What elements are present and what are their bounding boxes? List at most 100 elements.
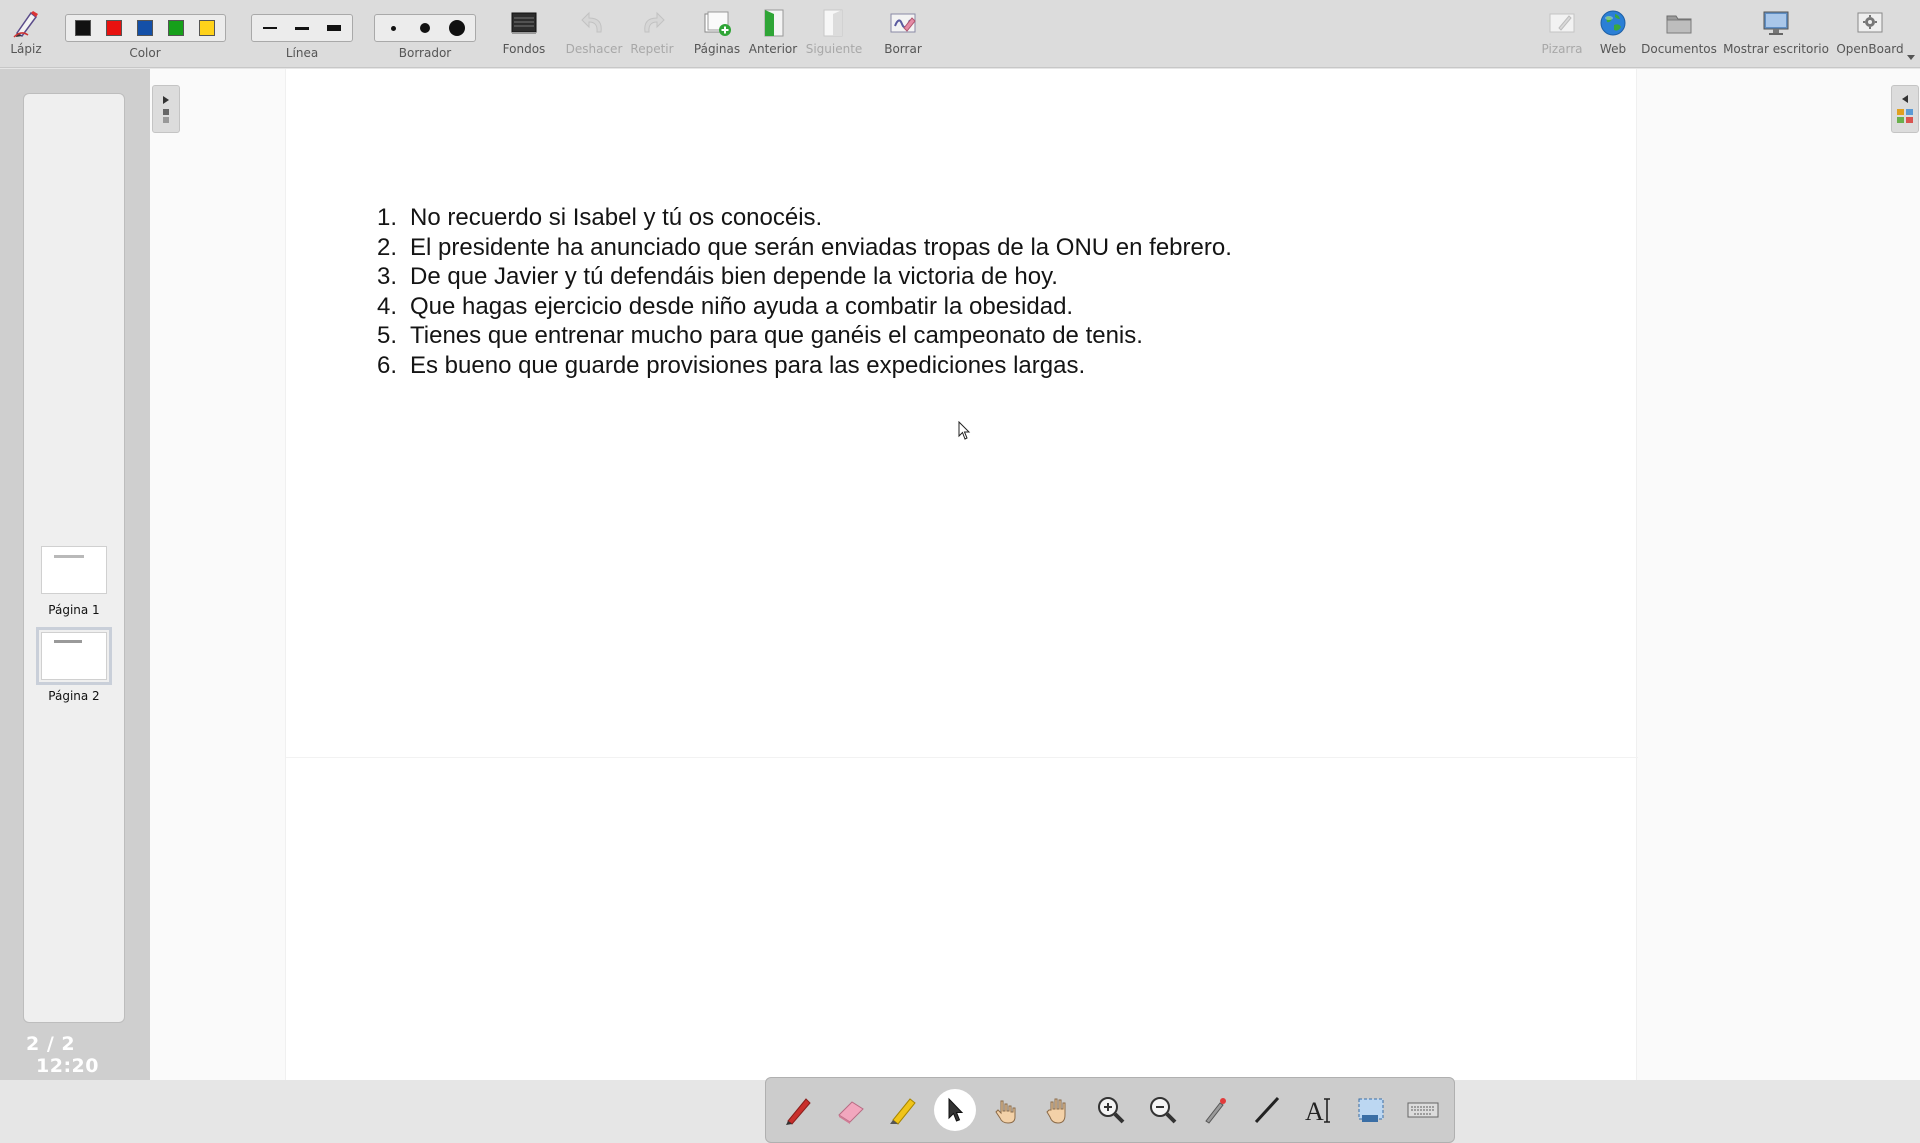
eraser-size-medium[interactable] [409, 16, 441, 40]
line-label: Línea [285, 46, 319, 60]
pages-button[interactable]: Páginas [691, 0, 743, 68]
page-thumbnail-label: Página 1 [48, 603, 100, 617]
library-icon [1897, 108, 1913, 123]
desktop-icon [1763, 11, 1789, 35]
globe-icon [1600, 10, 1626, 36]
exercise-item: 4. Que hagas ejercicio desde niño ayuda a… [377, 292, 1232, 322]
web-button[interactable]: Web [1591, 0, 1635, 68]
color-swatch-black[interactable] [68, 16, 99, 40]
zoom-out-icon [1150, 1097, 1177, 1124]
virtual-keyboard-tool[interactable] [1402, 1089, 1444, 1131]
exercise-item: 1. No recuerdo si Isabel y tú os conocéis… [377, 203, 1232, 233]
line-width-thin[interactable] [254, 16, 286, 40]
line-width-options [251, 14, 353, 42]
exercise-list: 1. No recuerdo si Isabel y tú os conocéis… [377, 203, 1232, 381]
documents-button[interactable]: Documentos [1641, 0, 1717, 68]
capture-icon [1358, 1098, 1384, 1122]
item-text: Que hagas ejercicio desde niño ayuda a c… [410, 292, 1074, 320]
openboard-settings-icon [1857, 12, 1883, 33]
page-divider [286, 757, 1638, 758]
dropdown-arrow-icon[interactable] [1906, 54, 1916, 62]
backgrounds-label: Fondos [502, 42, 546, 56]
pen-tool-button[interactable]: Lápiz [6, 0, 46, 68]
line-sample [327, 25, 341, 31]
item-number: 1. [377, 204, 398, 231]
line-width-medium[interactable] [286, 16, 318, 40]
text-tool[interactable]: A [1298, 1089, 1340, 1131]
line-width-thick[interactable] [318, 16, 350, 40]
color-swatch-yellow[interactable] [192, 16, 223, 40]
board-icon [1549, 13, 1575, 33]
swatch-fill [106, 20, 122, 36]
eraser-size-small[interactable] [377, 16, 409, 40]
highlighter-tool[interactable] [882, 1089, 924, 1131]
eraser-dot [420, 23, 430, 33]
eraser-dot [390, 25, 396, 31]
clear-button[interactable]: Borrar [876, 0, 930, 68]
swatch-fill [137, 20, 153, 36]
page-thumbnail-1[interactable]: Página 1 [34, 546, 114, 617]
right-panel-toggle[interactable] [1891, 85, 1919, 133]
undo-icon [581, 11, 602, 33]
add-page-icon [704, 11, 731, 36]
keyboard-icon [1407, 1102, 1439, 1118]
laser-pointer-icon [1205, 1098, 1226, 1124]
previous-label: Anterior [748, 42, 798, 56]
page-preview [41, 546, 107, 594]
pen-icon [786, 1098, 811, 1125]
line-tool[interactable] [1246, 1089, 1288, 1131]
board-mode-button[interactable]: Pizarra [1538, 0, 1586, 68]
page-status: 2 / 2 12:20 [26, 1033, 150, 1077]
openboard-label: OpenBoard [1836, 42, 1904, 56]
mouse-cursor-icon [958, 421, 971, 440]
undo-button[interactable]: Deshacer [563, 0, 625, 68]
desktop-label: Mostrar escritorio [1723, 42, 1829, 56]
play-hand-icon [995, 1100, 1016, 1124]
backgrounds-icon [511, 12, 537, 34]
color-swatch-blue[interactable] [130, 16, 161, 40]
eraser-size-large[interactable] [441, 16, 473, 40]
web-label: Web [1599, 42, 1627, 56]
folder-icon [1666, 15, 1692, 34]
page-preview [36, 627, 112, 685]
page-thumbnails-list[interactable]: Página 1 Página 2 [23, 93, 125, 1023]
openboard-menu-button[interactable]: OpenBoard [1834, 0, 1906, 68]
zoom-in-tool[interactable] [1090, 1089, 1132, 1131]
swatch-fill [199, 20, 215, 36]
laser-pointer-tool[interactable] [1194, 1089, 1236, 1131]
stylus-palette: A [765, 1077, 1455, 1143]
pen-tool[interactable] [778, 1089, 820, 1131]
pages-label: Páginas [693, 42, 741, 56]
left-panel-toggle[interactable] [152, 85, 180, 133]
zoom-out-tool[interactable] [1142, 1089, 1184, 1131]
redo-button[interactable]: Repetir [626, 0, 678, 68]
eraser-dot [449, 20, 465, 36]
capture-tool[interactable] [1350, 1089, 1392, 1131]
zoom-in-icon [1098, 1097, 1125, 1124]
line-sample [263, 27, 277, 29]
exercise-item: 2. El presidente ha anunciado que serán e… [377, 233, 1232, 263]
exercise-item: 5. Tienes que entrenar mucho para que gan… [377, 321, 1232, 351]
pen-label: Lápiz [10, 42, 42, 56]
text-icon: A [1305, 1097, 1330, 1126]
item-number: 2. [377, 233, 398, 261]
page-preview-content [54, 555, 84, 558]
select-tool[interactable] [934, 1089, 976, 1131]
play-tool[interactable] [986, 1089, 1028, 1131]
line-sample [295, 26, 309, 30]
color-swatch-green[interactable] [161, 16, 192, 40]
color-swatch-red[interactable] [99, 16, 130, 40]
board-canvas[interactable]: 1. No recuerdo si Isabel y tú os conocéis… [150, 69, 1920, 1143]
next-page-button[interactable]: Siguiente [804, 0, 864, 68]
exercise-item: 3. De que Javier y tú defendáis bien depe… [377, 262, 1232, 292]
hand-tool[interactable] [1038, 1089, 1080, 1131]
line-icon [1254, 1096, 1280, 1124]
previous-page-button[interactable]: Anterior [747, 0, 799, 68]
page-thumbnail-2[interactable]: Página 2 [34, 627, 114, 703]
whiteboard-page[interactable]: 1. No recuerdo si Isabel y tú os conocéis… [285, 69, 1638, 1080]
backgrounds-button[interactable]: Fondos [497, 0, 551, 68]
item-text: Es bueno que guarde provisiones para las… [410, 351, 1086, 379]
show-desktop-button[interactable]: Mostrar escritorio [1723, 0, 1829, 68]
eraser-tool[interactable] [830, 1089, 872, 1131]
eraser-size-options [374, 14, 476, 42]
